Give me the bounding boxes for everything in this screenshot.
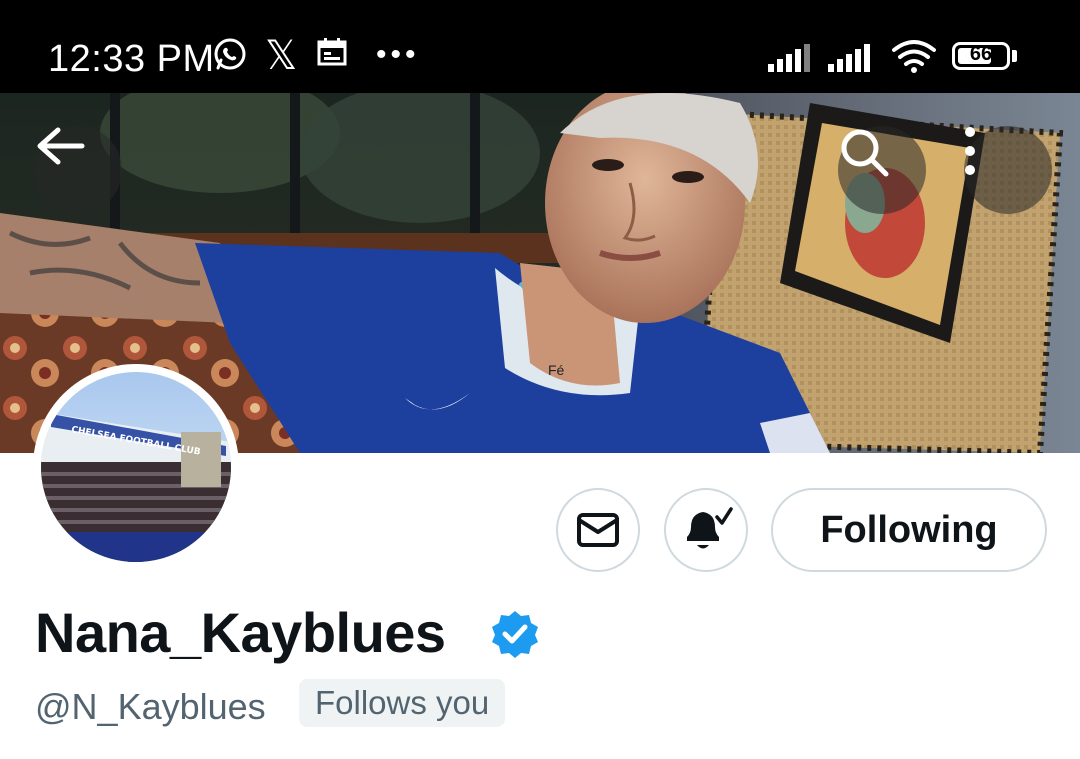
status-time: 12:33 PM [48, 38, 215, 80]
search-icon [841, 129, 889, 177]
search-button[interactable] [838, 126, 926, 214]
battery-nub [1012, 50, 1017, 62]
vertical-dots-icon [965, 127, 975, 175]
x-icon: 𝕏 [265, 33, 298, 79]
calendar-icon [316, 36, 348, 73]
verified-badge-icon [490, 609, 540, 664]
handle: @N_Kayblues [35, 686, 266, 727]
whatsapp-icon [212, 36, 248, 77]
display-name: Nana_Kayblues [35, 601, 446, 664]
envelope-icon [577, 513, 619, 547]
more-notifications-icon: ••• [376, 38, 420, 71]
battery-percent: 66 [969, 43, 993, 65]
notifications-button[interactable] [664, 488, 748, 572]
bell-check-icon [687, 507, 733, 549]
follows-you-badge: Follows you [299, 679, 506, 727]
following-button[interactable]: Following [771, 488, 1047, 572]
status-bar: 12:33 PM 𝕏 ••• 66 [0, 0, 1080, 93]
back-button[interactable] [34, 126, 122, 214]
avatar[interactable]: CHELSEA FOOTBALL CLUB [33, 364, 239, 570]
neck-tattoo-text: Fé [548, 362, 565, 378]
signal-icon [768, 42, 816, 77]
message-button[interactable] [556, 488, 640, 572]
arrow-left-icon [37, 127, 85, 165]
avatar-image: CHELSEA FOOTBALL CLUB [41, 372, 231, 562]
wifi-icon [890, 38, 938, 79]
signal-icon [828, 42, 876, 77]
more-options-button[interactable] [964, 126, 1052, 214]
battery-icon: 66 [952, 42, 1010, 70]
